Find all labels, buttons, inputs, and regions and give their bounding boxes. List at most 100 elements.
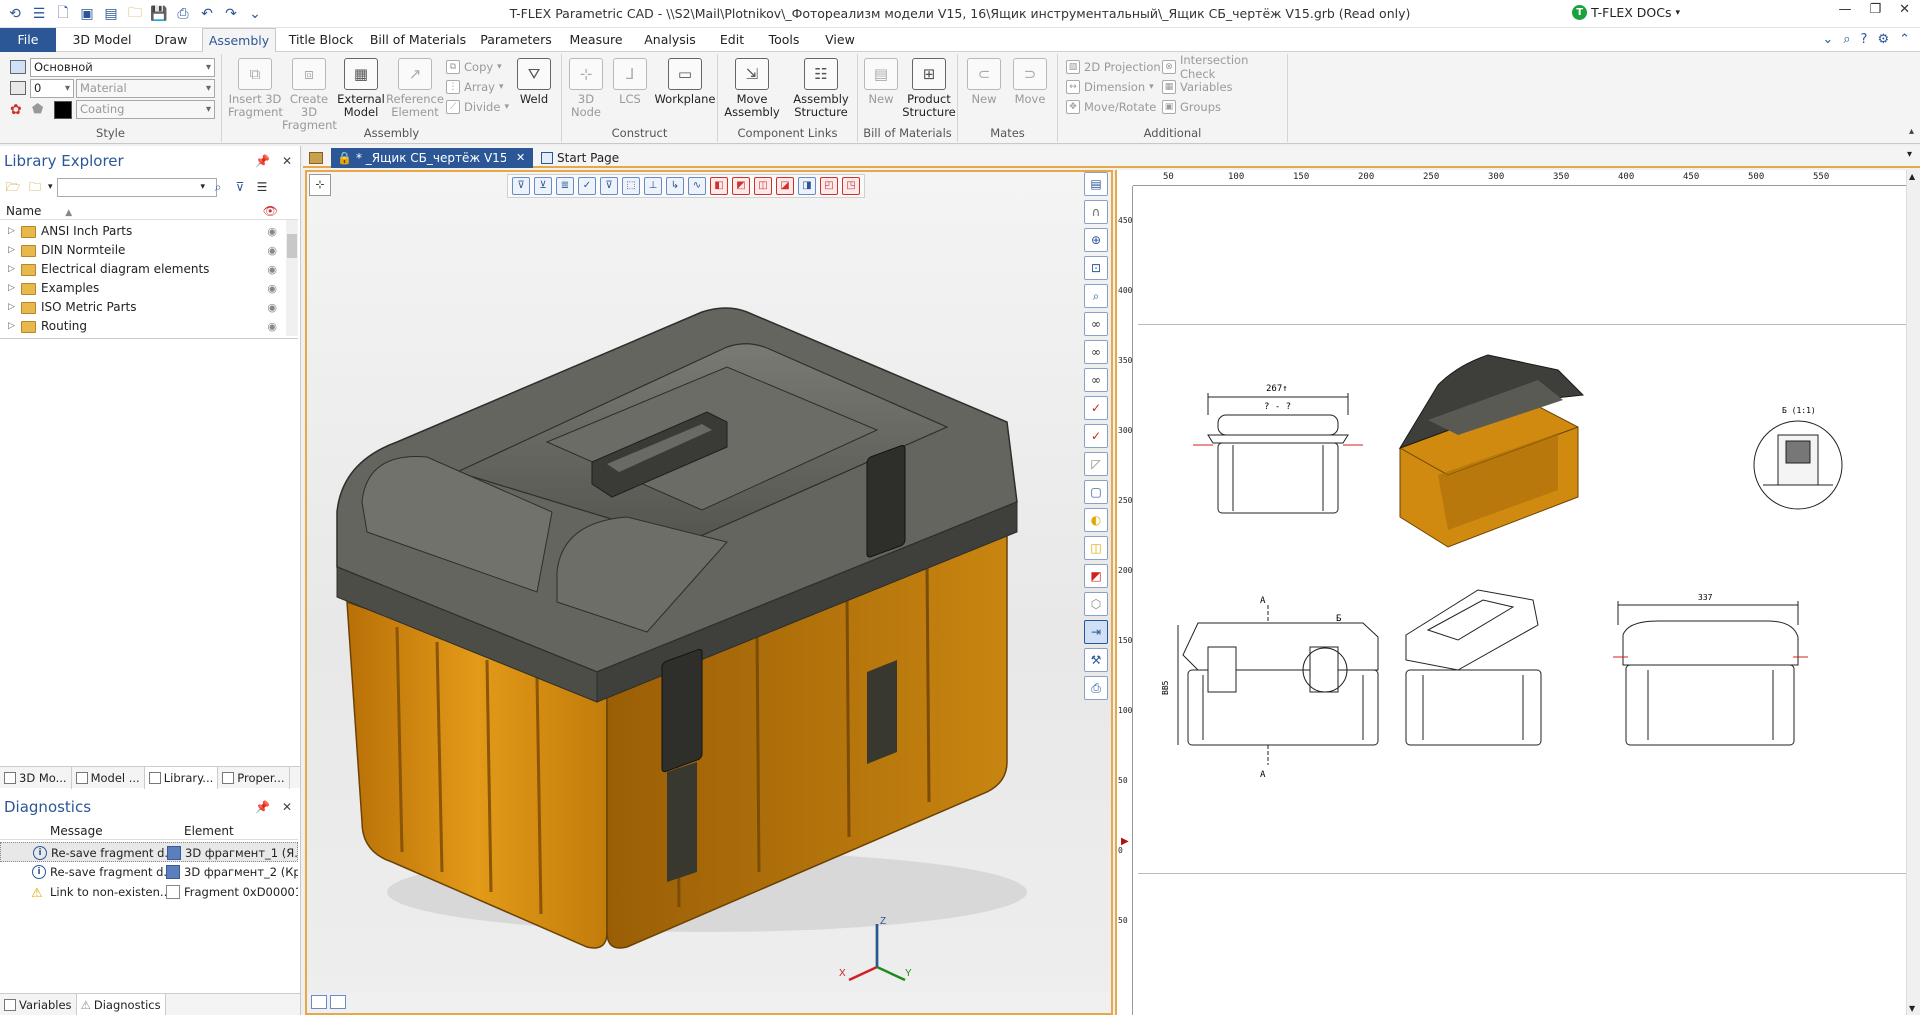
chevron-down-icon[interactable]: ▾ [48,182,53,192]
tflex-docs-button[interactable]: T T-FLEX DOCs ▾ [1572,5,1680,20]
tab-analysis[interactable]: Analysis [634,28,706,52]
material-select[interactable]: Material [76,79,215,98]
tab-properties[interactable]: Proper... [218,767,290,789]
mates-new-button[interactable]: ⊂ New [964,58,1004,106]
section-icon[interactable]: ◸ [1084,452,1108,476]
split-view-icon[interactable] [311,995,327,1009]
variables-button[interactable]: ▦ Variables [1162,78,1233,96]
dimension-button[interactable]: ↔ Dimension ▾ [1066,78,1154,96]
eye-icon[interactable]: ◉ [267,317,277,336]
library-column-header[interactable]: Name ▲ 👁 [0,202,298,220]
close-icon[interactable]: ✕ [1899,2,1910,17]
2d-projection-button[interactable]: ▧ 2D Projection [1066,58,1161,76]
glasses-filter-icon[interactable]: ∞ [1084,340,1108,364]
scroll-down-icon[interactable]: ▼ [1909,1004,1915,1013]
diagnostic-row[interactable]: i Re-save fragment d... 3D фрагмент_1 (Я… [0,842,299,862]
drawing-area[interactable]: 50 100 150 200 250 300 350 400 450 500 5… [1115,170,1920,1015]
tools-icon[interactable]: ⚒ [1084,648,1108,672]
cube-icon[interactable]: ▢ [1084,480,1108,504]
export-view-icon[interactable]: ⇥ [1084,620,1108,644]
library-scrollbar[interactable] [286,220,298,336]
library-item[interactable]: ▷ Electrical diagram elements ◉ [0,260,285,279]
model-view[interactable] [307,172,1111,972]
tab-parameters[interactable]: Parameters [474,28,558,52]
tab-variables[interactable]: Variables [0,994,77,1015]
mates-move-button[interactable]: ⊃ Move [1008,58,1052,106]
layer-select[interactable]: Основной [30,58,215,77]
create-3d-fragment-button[interactable]: ⧈ Create 3D Fragment [282,58,337,132]
drawing-scrollbar[interactable]: ▲ ▼ [1906,170,1920,1015]
eye-icon[interactable]: ◉ [267,298,277,317]
close-icon[interactable]: ✕ [282,800,292,814]
diagnostic-row[interactable]: ⚠ Link to non-existen... Fragment 0xD000… [0,882,298,902]
expand-icon[interactable]: ▷ [8,260,16,279]
shade-icon[interactable]: ◫ [1084,536,1108,560]
tab-title-block[interactable]: Title Block [280,28,362,52]
move-rotate-button[interactable]: ✥ Move/Rotate [1066,98,1156,116]
open-library-icon[interactable]: 🗀 [26,178,44,196]
tab-assembly[interactable]: Assembly [202,28,276,53]
tab-diagnostics[interactable]: ⚠ Diagnostics [76,994,166,1015]
library-item[interactable]: ▷ DIN Normteile ◉ [0,241,285,260]
tab-start-page[interactable]: Start Page [535,148,635,168]
glasses-settings-icon[interactable]: ∞ [1084,368,1108,392]
diagnostic-row[interactable]: i Re-save fragment d... 3D фрагмент_2 (К… [0,862,298,882]
tab-model-menu[interactable]: Model ... [72,767,145,789]
close-tab-icon[interactable]: ✕ [516,148,525,168]
pin-icon[interactable]: 📌 [255,800,270,814]
element-column-header[interactable]: Element [184,824,234,838]
expand-icon[interactable]: ▷ [8,222,16,241]
expand-icon[interactable]: ▷ [8,317,16,336]
library-item[interactable]: ▷ Examples ◉ [0,279,285,298]
restore-icon[interactable]: ❐ [1869,2,1881,17]
library-item[interactable]: ▷ ANSI Inch Parts ◉ [0,222,285,241]
collapse-ribbon-icon[interactable]: ⌃ [1899,32,1910,47]
eye-icon[interactable]: ◉ [267,222,277,241]
scroll-up-icon[interactable]: ▲ [1909,172,1915,181]
3d-node-button[interactable]: ⊹ 3D Node [566,58,606,119]
divide-button[interactable]: ⟋ Divide ▾ [446,98,509,116]
copy-button[interactable]: ⧉ Copy ▾ [446,58,502,76]
tab-3d-model-tree[interactable]: 3D Mo... [0,767,72,789]
glasses-icon[interactable]: ∞ [1084,312,1108,336]
tab-library[interactable]: Library... [144,767,219,789]
close-icon[interactable]: ✕ [282,154,292,168]
pin-icon[interactable]: 📌 [255,154,270,168]
minimize-icon[interactable]: — [1838,2,1851,17]
expand-icon[interactable]: ▷ [8,298,16,317]
search-icon[interactable]: ⌕ [1843,32,1850,47]
ribbon-collapse-icon[interactable]: ▴ [1909,126,1914,137]
bom-new-button[interactable]: ▤ New [862,58,900,106]
tab-tools[interactable]: Tools [758,28,810,52]
tab-measure[interactable]: Measure [564,28,628,52]
eye-icon[interactable]: ◉ [267,241,277,260]
check-cube-2-icon[interactable]: ✓ [1084,424,1108,448]
ribbon-options-icon[interactable]: ⌄ [1822,32,1833,47]
library-search-input[interactable] [56,177,217,197]
tabs-overflow-icon[interactable]: ▾ [1907,149,1912,160]
settings-icon[interactable]: ⚙ [1877,32,1889,47]
color-palette-icon[interactable]: ✿ [10,102,22,118]
check-cube-icon[interactable]: ✓ [1084,396,1108,420]
coating-icon[interactable]: ⬟ [32,102,43,117]
assembly-structure-button[interactable]: ☷ Assembly Structure [786,58,856,119]
expand-icon[interactable]: ▷ [8,241,16,260]
intersection-check-button[interactable]: ⊗ Intersection Check [1162,53,1287,81]
product-structure-button[interactable]: ⊞ Product Structure [902,58,956,119]
tab-bill-of-materials[interactable]: Bill of Materials [368,28,468,52]
drawing-sheet[interactable]: 267↑ ? - ? Б (1:1) A A Б BB5 337 [1138,324,1920,874]
insert-3d-fragment-button[interactable]: ⧉ Insert 3D Fragment [228,58,283,119]
eye-icon[interactable]: ◉ [267,279,277,298]
single-view-icon[interactable] [330,995,346,1009]
tab-edit[interactable]: Edit [712,28,752,52]
expand-icon[interactable]: ▷ [8,279,16,298]
eye-icon[interactable]: ◉ [267,260,277,279]
filter-icon[interactable]: ⊽ [231,178,249,196]
zoom-fit-icon[interactable]: ⊡ [1084,256,1108,280]
weld-button[interactable]: ⛛ Weld [512,58,556,106]
tab-view[interactable]: View [816,28,864,52]
list-view-icon[interactable]: ☰ [253,178,271,196]
hidden-lines-icon[interactable]: ⬡ [1084,592,1108,616]
document-menu[interactable] [303,148,333,168]
print-view-icon[interactable]: ⎙ [1084,676,1108,700]
